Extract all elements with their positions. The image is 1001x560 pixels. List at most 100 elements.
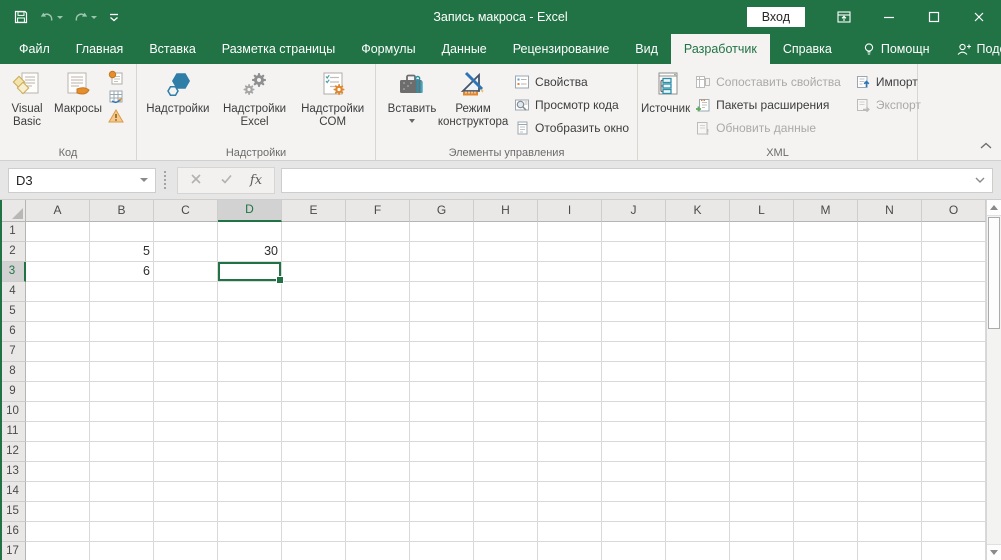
cell-O1[interactable] — [922, 222, 986, 242]
row-header-7[interactable]: 7 — [0, 342, 26, 362]
cell-O5[interactable] — [922, 302, 986, 322]
map-properties-button[interactable]: Сопоставить свойства — [690, 70, 846, 93]
cell-L10[interactable] — [730, 402, 794, 422]
cell-L6[interactable] — [730, 322, 794, 342]
cell-D2[interactable]: 30 — [218, 242, 282, 262]
cell-H5[interactable] — [474, 302, 538, 322]
vertical-scrollbar[interactable] — [986, 200, 1001, 560]
cell-D16[interactable] — [218, 522, 282, 542]
cell-G14[interactable] — [410, 482, 474, 502]
cell-D7[interactable] — [218, 342, 282, 362]
cell-E15[interactable] — [282, 502, 346, 522]
cell-K8[interactable] — [666, 362, 730, 382]
row-header-3[interactable]: 3 — [0, 262, 26, 282]
cell-H11[interactable] — [474, 422, 538, 442]
export-button[interactable]: Экспорт — [850, 93, 926, 116]
cell-M11[interactable] — [794, 422, 858, 442]
column-header-G[interactable]: G — [410, 200, 474, 222]
cell-H16[interactable] — [474, 522, 538, 542]
cell-E13[interactable] — [282, 462, 346, 482]
cell-H1[interactable] — [474, 222, 538, 242]
tab-review[interactable]: Рецензирование — [500, 34, 623, 64]
cell-F6[interactable] — [346, 322, 410, 342]
tab-data[interactable]: Данные — [429, 34, 500, 64]
cell-B5[interactable] — [90, 302, 154, 322]
cell-F2[interactable] — [346, 242, 410, 262]
scrollbar-thumb[interactable] — [988, 217, 1000, 329]
cell-K7[interactable] — [666, 342, 730, 362]
cell-K1[interactable] — [666, 222, 730, 242]
ribbon-display-options-button[interactable] — [821, 0, 866, 34]
cell-A16[interactable] — [26, 522, 90, 542]
cell-H12[interactable] — [474, 442, 538, 462]
cell-O2[interactable] — [922, 242, 986, 262]
cell-F12[interactable] — [346, 442, 410, 462]
column-header-C[interactable]: C — [154, 200, 218, 222]
cell-C2[interactable] — [154, 242, 218, 262]
cell-M2[interactable] — [794, 242, 858, 262]
column-header-D[interactable]: D — [218, 200, 282, 222]
cell-J2[interactable] — [602, 242, 666, 262]
tab-home[interactable]: Главная — [63, 34, 137, 64]
cell-C6[interactable] — [154, 322, 218, 342]
cell-E9[interactable] — [282, 382, 346, 402]
scroll-up-button[interactable] — [987, 200, 1001, 216]
cell-M7[interactable] — [794, 342, 858, 362]
column-header-M[interactable]: M — [794, 200, 858, 222]
cell-H3[interactable] — [474, 262, 538, 282]
cell-M13[interactable] — [794, 462, 858, 482]
cell-L9[interactable] — [730, 382, 794, 402]
macros-button[interactable]: Макросы — [51, 66, 105, 116]
cell-B13[interactable] — [90, 462, 154, 482]
cell-H4[interactable] — [474, 282, 538, 302]
cell-K14[interactable] — [666, 482, 730, 502]
cell-K15[interactable] — [666, 502, 730, 522]
cell-B4[interactable] — [90, 282, 154, 302]
cell-G7[interactable] — [410, 342, 474, 362]
cell-D4[interactable] — [218, 282, 282, 302]
cell-H6[interactable] — [474, 322, 538, 342]
cell-J11[interactable] — [602, 422, 666, 442]
signin-button[interactable]: Вход — [747, 7, 805, 27]
cell-A10[interactable] — [26, 402, 90, 422]
cell-E6[interactable] — [282, 322, 346, 342]
cell-J7[interactable] — [602, 342, 666, 362]
cell-J17[interactable] — [602, 542, 666, 560]
cell-O8[interactable] — [922, 362, 986, 382]
cell-F7[interactable] — [346, 342, 410, 362]
cell-O15[interactable] — [922, 502, 986, 522]
cell-J6[interactable] — [602, 322, 666, 342]
redo-button[interactable] — [70, 7, 100, 27]
cell-O4[interactable] — [922, 282, 986, 302]
cell-L15[interactable] — [730, 502, 794, 522]
com-addins-button[interactable]: Надстройки COM — [293, 66, 372, 129]
cell-L5[interactable] — [730, 302, 794, 322]
cell-G1[interactable] — [410, 222, 474, 242]
tab-share[interactable]: Поделиться — [943, 34, 1001, 64]
column-header-E[interactable]: E — [282, 200, 346, 222]
cell-D9[interactable] — [218, 382, 282, 402]
cell-I3[interactable] — [538, 262, 602, 282]
cell-K4[interactable] — [666, 282, 730, 302]
cell-J13[interactable] — [602, 462, 666, 482]
cell-B15[interactable] — [90, 502, 154, 522]
cell-M12[interactable] — [794, 442, 858, 462]
cell-H10[interactable] — [474, 402, 538, 422]
cell-M6[interactable] — [794, 322, 858, 342]
cell-G10[interactable] — [410, 402, 474, 422]
cell-M15[interactable] — [794, 502, 858, 522]
cell-D17[interactable] — [218, 542, 282, 560]
cell-I4[interactable] — [538, 282, 602, 302]
cell-C9[interactable] — [154, 382, 218, 402]
cell-J10[interactable] — [602, 402, 666, 422]
save-button[interactable] — [10, 7, 32, 27]
cell-I6[interactable] — [538, 322, 602, 342]
column-header-N[interactable]: N — [858, 200, 922, 222]
column-header-A[interactable]: A — [26, 200, 90, 222]
cell-B11[interactable] — [90, 422, 154, 442]
cell-M1[interactable] — [794, 222, 858, 242]
cell-L2[interactable] — [730, 242, 794, 262]
cell-G17[interactable] — [410, 542, 474, 560]
scroll-down-button[interactable] — [987, 544, 1001, 560]
cell-E17[interactable] — [282, 542, 346, 560]
